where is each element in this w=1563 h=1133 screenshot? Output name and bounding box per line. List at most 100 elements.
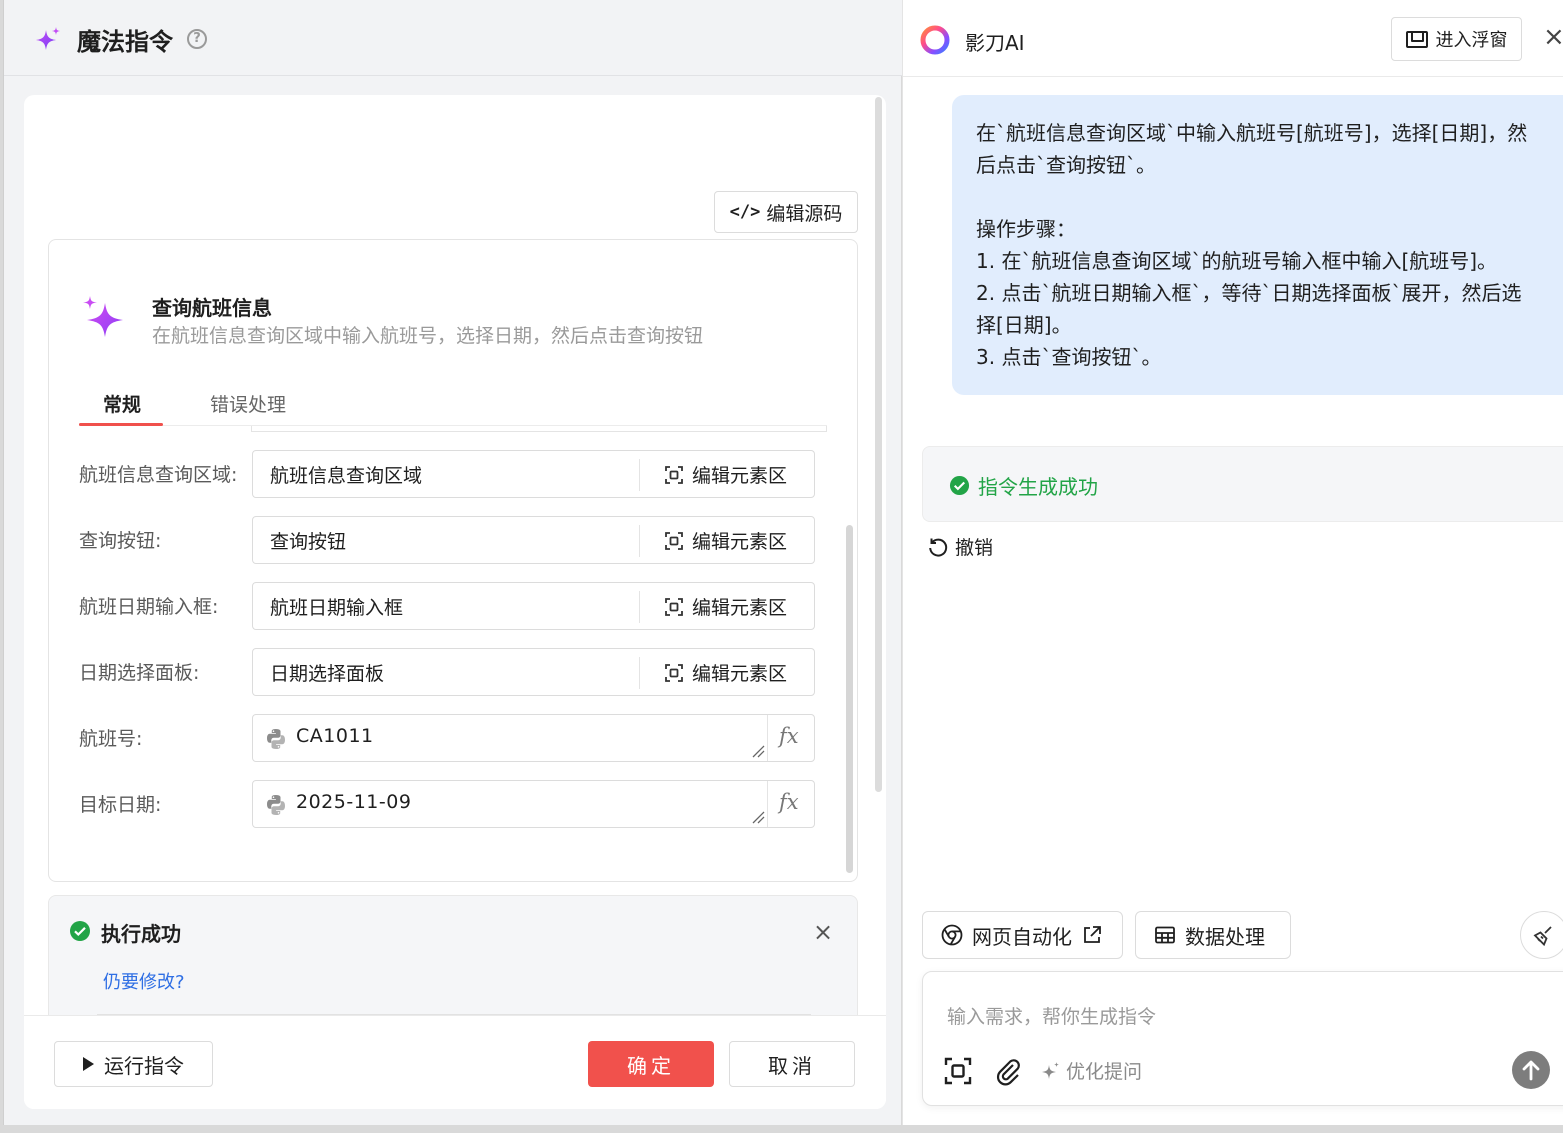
command-description: 在航班信息查询区域中输入航班号，选择日期，然后点击查询按钮 [152, 325, 704, 347]
sparkle-icon [1042, 1061, 1059, 1079]
command-title: 查询航班信息 [152, 296, 272, 320]
card-scrollbar[interactable] [875, 97, 882, 792]
field-row-date-input: 航班日期输入框: 航班日期输入框 编辑元素区 [79, 582, 819, 630]
enter-float-window-button[interactable]: 进入浮窗 [1391, 17, 1522, 61]
edit-element-area-label: 编辑元素区 [692, 663, 788, 685]
field-label: 目标日期: [79, 794, 162, 816]
undo-button[interactable]: 撤销 [927, 533, 993, 560]
field-row-target-date: 目标日期: 2025-11-09 fx [79, 780, 819, 828]
prompt-input[interactable] [947, 1002, 1507, 1038]
scan-icon [665, 597, 683, 616]
field-value: 航班信息查询区域 [270, 465, 423, 487]
panel-header: 魔法指令 ? [4, 0, 902, 76]
scan-icon [665, 531, 683, 550]
command-config: 查询航班信息 在航班信息查询区域中输入航班号，选择日期，然后点击查询按钮 常规 … [48, 239, 858, 882]
send-button[interactable] [1512, 1051, 1550, 1089]
chrome-icon [941, 924, 963, 946]
field-separator [767, 781, 768, 827]
broom-icon [1533, 926, 1552, 947]
field-separator [639, 459, 640, 491]
external-link-icon [1084, 926, 1101, 943]
edit-element-area-label: 编辑元素区 [692, 465, 788, 487]
clear-chat-button[interactable] [1520, 911, 1563, 959]
modify-link[interactable]: 仍要修改? [103, 968, 185, 994]
float-window-icon [1405, 30, 1428, 48]
float-window-label: 进入浮窗 [1435, 30, 1508, 51]
edit-element-area-button[interactable]: 编辑元素区 [665, 593, 787, 620]
web-automation-label: 网页自动化 [972, 924, 1072, 949]
message-step: 2. 点击`航班日期输入框`，等待`日期选择面板`展开，然后选择[日期]。 [976, 281, 1522, 337]
field-separator [639, 591, 640, 623]
message-steps-title: 操作步骤： [976, 217, 1076, 241]
config-scrollbar[interactable] [846, 525, 853, 873]
close-panel-icon[interactable]: × [1543, 22, 1563, 52]
edit-element-area-button[interactable]: 编辑元素区 [665, 461, 787, 488]
resize-handle-icon[interactable] [751, 810, 765, 824]
field-value: 2025-11-09 [296, 791, 412, 813]
active-tab-indicator [79, 423, 163, 426]
panel-title: 魔法指令 [77, 28, 173, 56]
field-value: 查询按钮 [270, 531, 347, 553]
field-value: 日期选择面板 [270, 663, 385, 685]
data-processing-chip[interactable]: 数据处理 [1135, 911, 1291, 959]
screen-capture-icon[interactable] [943, 1056, 973, 1086]
generation-status-text: 指令生成成功 [978, 475, 1098, 499]
field-row-flight-number: 航班号: CA1011 fx [79, 714, 819, 762]
success-check-icon [949, 475, 970, 496]
field-value: CA1011 [296, 725, 374, 747]
help-icon[interactable]: ? [187, 29, 207, 49]
field-separator [639, 525, 640, 557]
cancel-button[interactable]: 取消 [729, 1041, 855, 1087]
scan-icon [665, 465, 683, 484]
chat-input-box: 优化提问 [922, 971, 1563, 1106]
tab-general[interactable]: 常规 [103, 390, 141, 417]
fx-expression-button[interactable]: fx [779, 790, 799, 814]
edit-source-label: 编辑源码 [766, 202, 843, 225]
python-icon [267, 729, 285, 749]
command-editor-card: </> 编辑源码 查询航班信息 在航班信息查询区域中输入航班号，选择日期，然后点… [24, 95, 886, 1109]
target-date-input[interactable]: 2025-11-09 fx [252, 780, 815, 828]
element-select-field[interactable]: 航班日期输入框 编辑元素区 [252, 582, 815, 630]
dialog-footer: 运行指令 确定 取消 [24, 1015, 886, 1109]
field-separator [639, 657, 640, 689]
run-command-button[interactable]: 运行指令 [54, 1041, 213, 1087]
element-select-field[interactable]: 查询按钮 编辑元素区 [252, 516, 815, 564]
arrow-up-icon [1522, 1060, 1540, 1081]
command-sparkle-icon [83, 296, 123, 337]
field-row-query-button: 查询按钮: 查询按钮 编辑元素区 [79, 516, 819, 564]
edit-source-button[interactable]: </> 编辑源码 [714, 191, 858, 233]
generation-status-card: 指令生成成功 [922, 446, 1563, 522]
user-message-bubble: 在`航班信息查询区域`中输入航班号[航班号]，选择[日期]，然后点击`查询按钮`… [952, 95, 1563, 395]
success-check-icon [70, 921, 90, 941]
field-label: 日期选择面板: [79, 662, 200, 684]
ai-assistant-panel: 影刀AI 进入浮窗 × 在`航班信息查询区域`中输入航班号[航班号]，选择[日期… [902, 0, 1563, 1125]
tab-error-handling[interactable]: 错误处理 [210, 390, 286, 417]
data-processing-label: 数据处理 [1185, 924, 1265, 949]
field-row-date-panel: 日期选择面板: 日期选择面板 编辑元素区 [79, 648, 819, 696]
flight-number-input[interactable]: CA1011 fx [252, 714, 815, 762]
fx-expression-button[interactable]: fx [779, 724, 799, 748]
attachment-icon[interactable] [993, 1056, 1023, 1086]
confirm-button[interactable]: 确定 [588, 1041, 714, 1087]
element-select-field[interactable]: 日期选择面板 编辑元素区 [252, 648, 815, 696]
undo-label: 撤销 [955, 537, 994, 559]
message-step: 1. 在`航班信息查询区域`的航班号输入框中输入[航班号]。 [976, 249, 1498, 273]
execution-status: 执行成功 [101, 922, 181, 946]
sparkle-icon [36, 27, 60, 50]
message-step: 3. 点击`查询按钮`。 [976, 345, 1162, 369]
run-command-label: 运行指令 [104, 1053, 184, 1078]
resize-handle-icon[interactable] [751, 744, 765, 758]
close-result-icon[interactable]: × [813, 918, 833, 946]
message-intro: 在`航班信息查询区域`中输入航班号[航班号]，选择[日期]，然后点击`查询按钮`… [976, 121, 1528, 177]
config-tabs: 常规 错误处理 [79, 386, 827, 426]
python-icon [267, 795, 285, 815]
edit-element-area-button[interactable]: 编辑元素区 [665, 527, 787, 554]
edit-element-area-button[interactable]: 编辑元素区 [665, 659, 787, 686]
play-icon [83, 1057, 94, 1071]
web-automation-chip[interactable]: 网页自动化 [922, 911, 1123, 959]
table-icon [1155, 926, 1175, 944]
optimize-prompt-button[interactable]: 优化提问 [1041, 1057, 1142, 1084]
field-label: 航班信息查询区域: [79, 464, 238, 486]
scan-icon [665, 663, 683, 682]
element-select-field[interactable]: 航班信息查询区域 编辑元素区 [252, 450, 815, 498]
